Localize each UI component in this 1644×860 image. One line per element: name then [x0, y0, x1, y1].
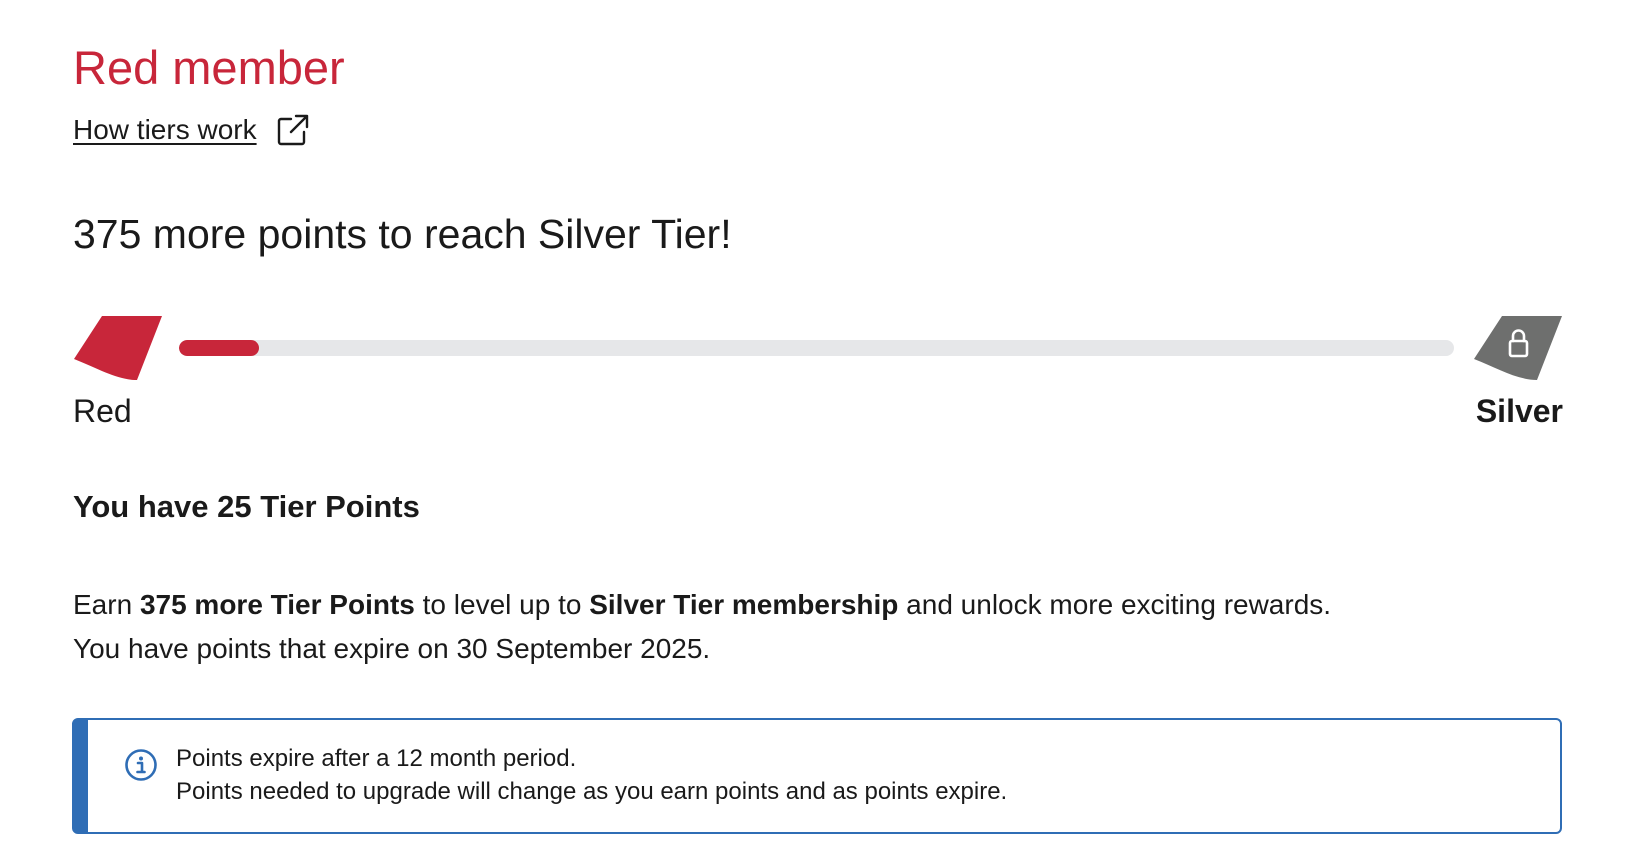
- target-tier: Silver Tier membership: [589, 589, 899, 620]
- expiry-sentence: You have points that expire on 30 Septem…: [73, 633, 711, 664]
- info-icon: [125, 749, 157, 781]
- progress-headline: 375 more points to reach Silver Tier!: [73, 211, 732, 257]
- external-link-icon: [277, 114, 308, 146]
- end-tier-label: Silver: [1475, 393, 1563, 429]
- start-tier-label: Red: [73, 393, 132, 429]
- info-line-2: Points needed to upgrade will change as …: [176, 778, 1008, 805]
- info-text: Points expire after a 12 month period. P…: [176, 742, 1007, 808]
- how-tiers-work-label: How tiers work: [73, 114, 257, 145]
- info-notice: Points expire after a 12 month period. P…: [72, 718, 1562, 834]
- points-needed: 375 more Tier Points: [139, 589, 415, 620]
- red-tier-badge-icon: [74, 316, 162, 380]
- tier-progress-fill: [179, 340, 259, 356]
- info-line-1: Points expire after a 12 month period.: [176, 745, 577, 772]
- current-points-heading: You have 25 Tier Points: [73, 489, 420, 524]
- tier-description: Earn 375 more Tier Points to level up to…: [73, 583, 1573, 671]
- tier-status-panel: Red member How tiers work 375 more point…: [0, 0, 1644, 860]
- upgrade-sentence: Earn 375 more Tier Points to level up to…: [73, 589, 1332, 620]
- how-tiers-work-link[interactable]: How tiers work: [73, 113, 310, 147]
- page-title: Red member: [73, 41, 345, 94]
- silver-tier-badge-icon: [1474, 316, 1562, 380]
- tier-progress-bar: [179, 340, 1454, 356]
